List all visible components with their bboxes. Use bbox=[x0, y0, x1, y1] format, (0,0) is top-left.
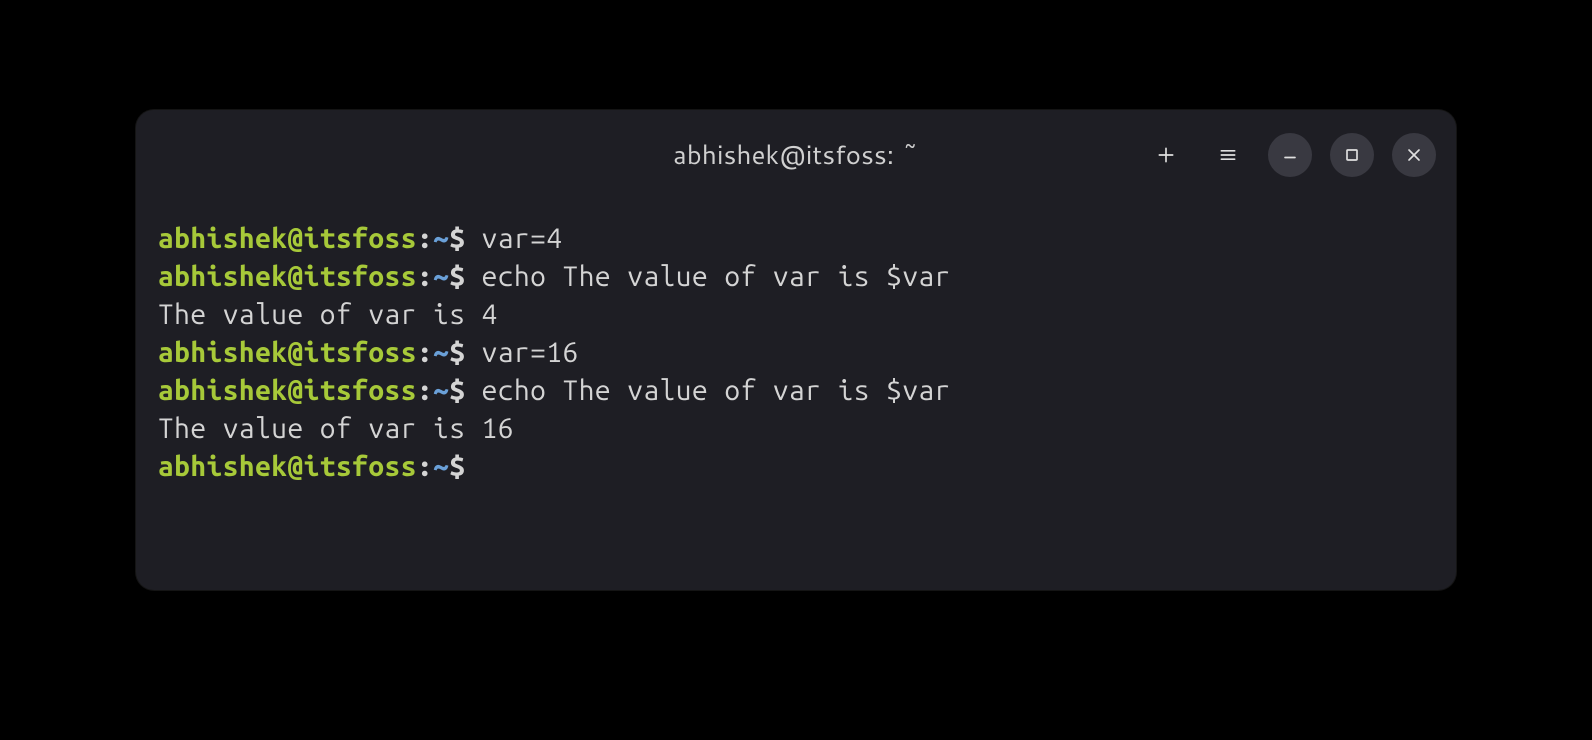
prompt-path: ~ bbox=[433, 223, 449, 254]
prompt-path: ~ bbox=[433, 337, 449, 368]
terminal-line: abhishek@itsfoss:~$ echo The value of va… bbox=[158, 372, 1434, 410]
plus-icon bbox=[1156, 145, 1176, 165]
output-line: The value of var is 16 bbox=[158, 410, 1434, 448]
titlebar: abhishek@itsfoss: ~ bbox=[136, 110, 1456, 200]
close-button[interactable] bbox=[1392, 133, 1436, 177]
prompt-userhost: abhishek@itsfoss bbox=[158, 337, 417, 368]
terminal-window: abhishek@itsfoss: ~ abhishek@itsfoss:~$ … bbox=[136, 110, 1456, 590]
hamburger-icon bbox=[1218, 145, 1238, 165]
prompt-dollar: $ bbox=[449, 223, 465, 254]
prompt-dollar: $ bbox=[449, 375, 465, 406]
terminal-line: abhishek@itsfoss:~$ var=16 bbox=[158, 334, 1434, 372]
command-text: var=4 bbox=[482, 223, 563, 254]
prompt-colon: : bbox=[417, 223, 433, 254]
prompt-colon: : bbox=[417, 261, 433, 292]
prompt-colon: : bbox=[417, 451, 433, 482]
terminal-line: abhishek@itsfoss:~$ var=4 bbox=[158, 220, 1434, 258]
window-title: abhishek@itsfoss: ~ bbox=[673, 137, 919, 173]
prompt-dollar: $ bbox=[449, 451, 465, 482]
minimize-icon bbox=[1280, 145, 1300, 165]
command-text: echo The value of var is $var bbox=[482, 375, 951, 406]
prompt-colon: : bbox=[417, 375, 433, 406]
prompt-userhost: abhishek@itsfoss bbox=[158, 261, 417, 292]
new-tab-button[interactable] bbox=[1144, 133, 1188, 177]
maximize-button[interactable] bbox=[1330, 133, 1374, 177]
command-text: echo The value of var is $var bbox=[482, 261, 951, 292]
terminal-line: abhishek@itsfoss:~$ echo The value of va… bbox=[158, 258, 1434, 296]
output-line: The value of var is 4 bbox=[158, 296, 1434, 334]
command-text bbox=[465, 261, 481, 292]
command-text bbox=[465, 337, 481, 368]
prompt-dollar: $ bbox=[449, 261, 465, 292]
prompt-dollar: $ bbox=[449, 337, 465, 368]
prompt-colon: : bbox=[417, 337, 433, 368]
prompt-path: ~ bbox=[433, 451, 449, 482]
prompt-path: ~ bbox=[433, 261, 449, 292]
prompt-path: ~ bbox=[433, 375, 449, 406]
minimize-button[interactable] bbox=[1268, 133, 1312, 177]
command-text bbox=[465, 223, 481, 254]
close-icon bbox=[1404, 145, 1424, 165]
prompt-userhost: abhishek@itsfoss bbox=[158, 375, 417, 406]
command-text: var=16 bbox=[482, 337, 579, 368]
prompt-userhost: abhishek@itsfoss bbox=[158, 451, 417, 482]
menu-button[interactable] bbox=[1206, 133, 1250, 177]
terminal-line: abhishek@itsfoss:~$ bbox=[158, 448, 1434, 486]
terminal-body[interactable]: abhishek@itsfoss:~$ var=4 abhishek@itsfo… bbox=[136, 200, 1456, 506]
command-text bbox=[465, 375, 481, 406]
titlebar-controls bbox=[1144, 133, 1436, 177]
maximize-icon bbox=[1342, 145, 1362, 165]
prompt-userhost: abhishek@itsfoss bbox=[158, 223, 417, 254]
